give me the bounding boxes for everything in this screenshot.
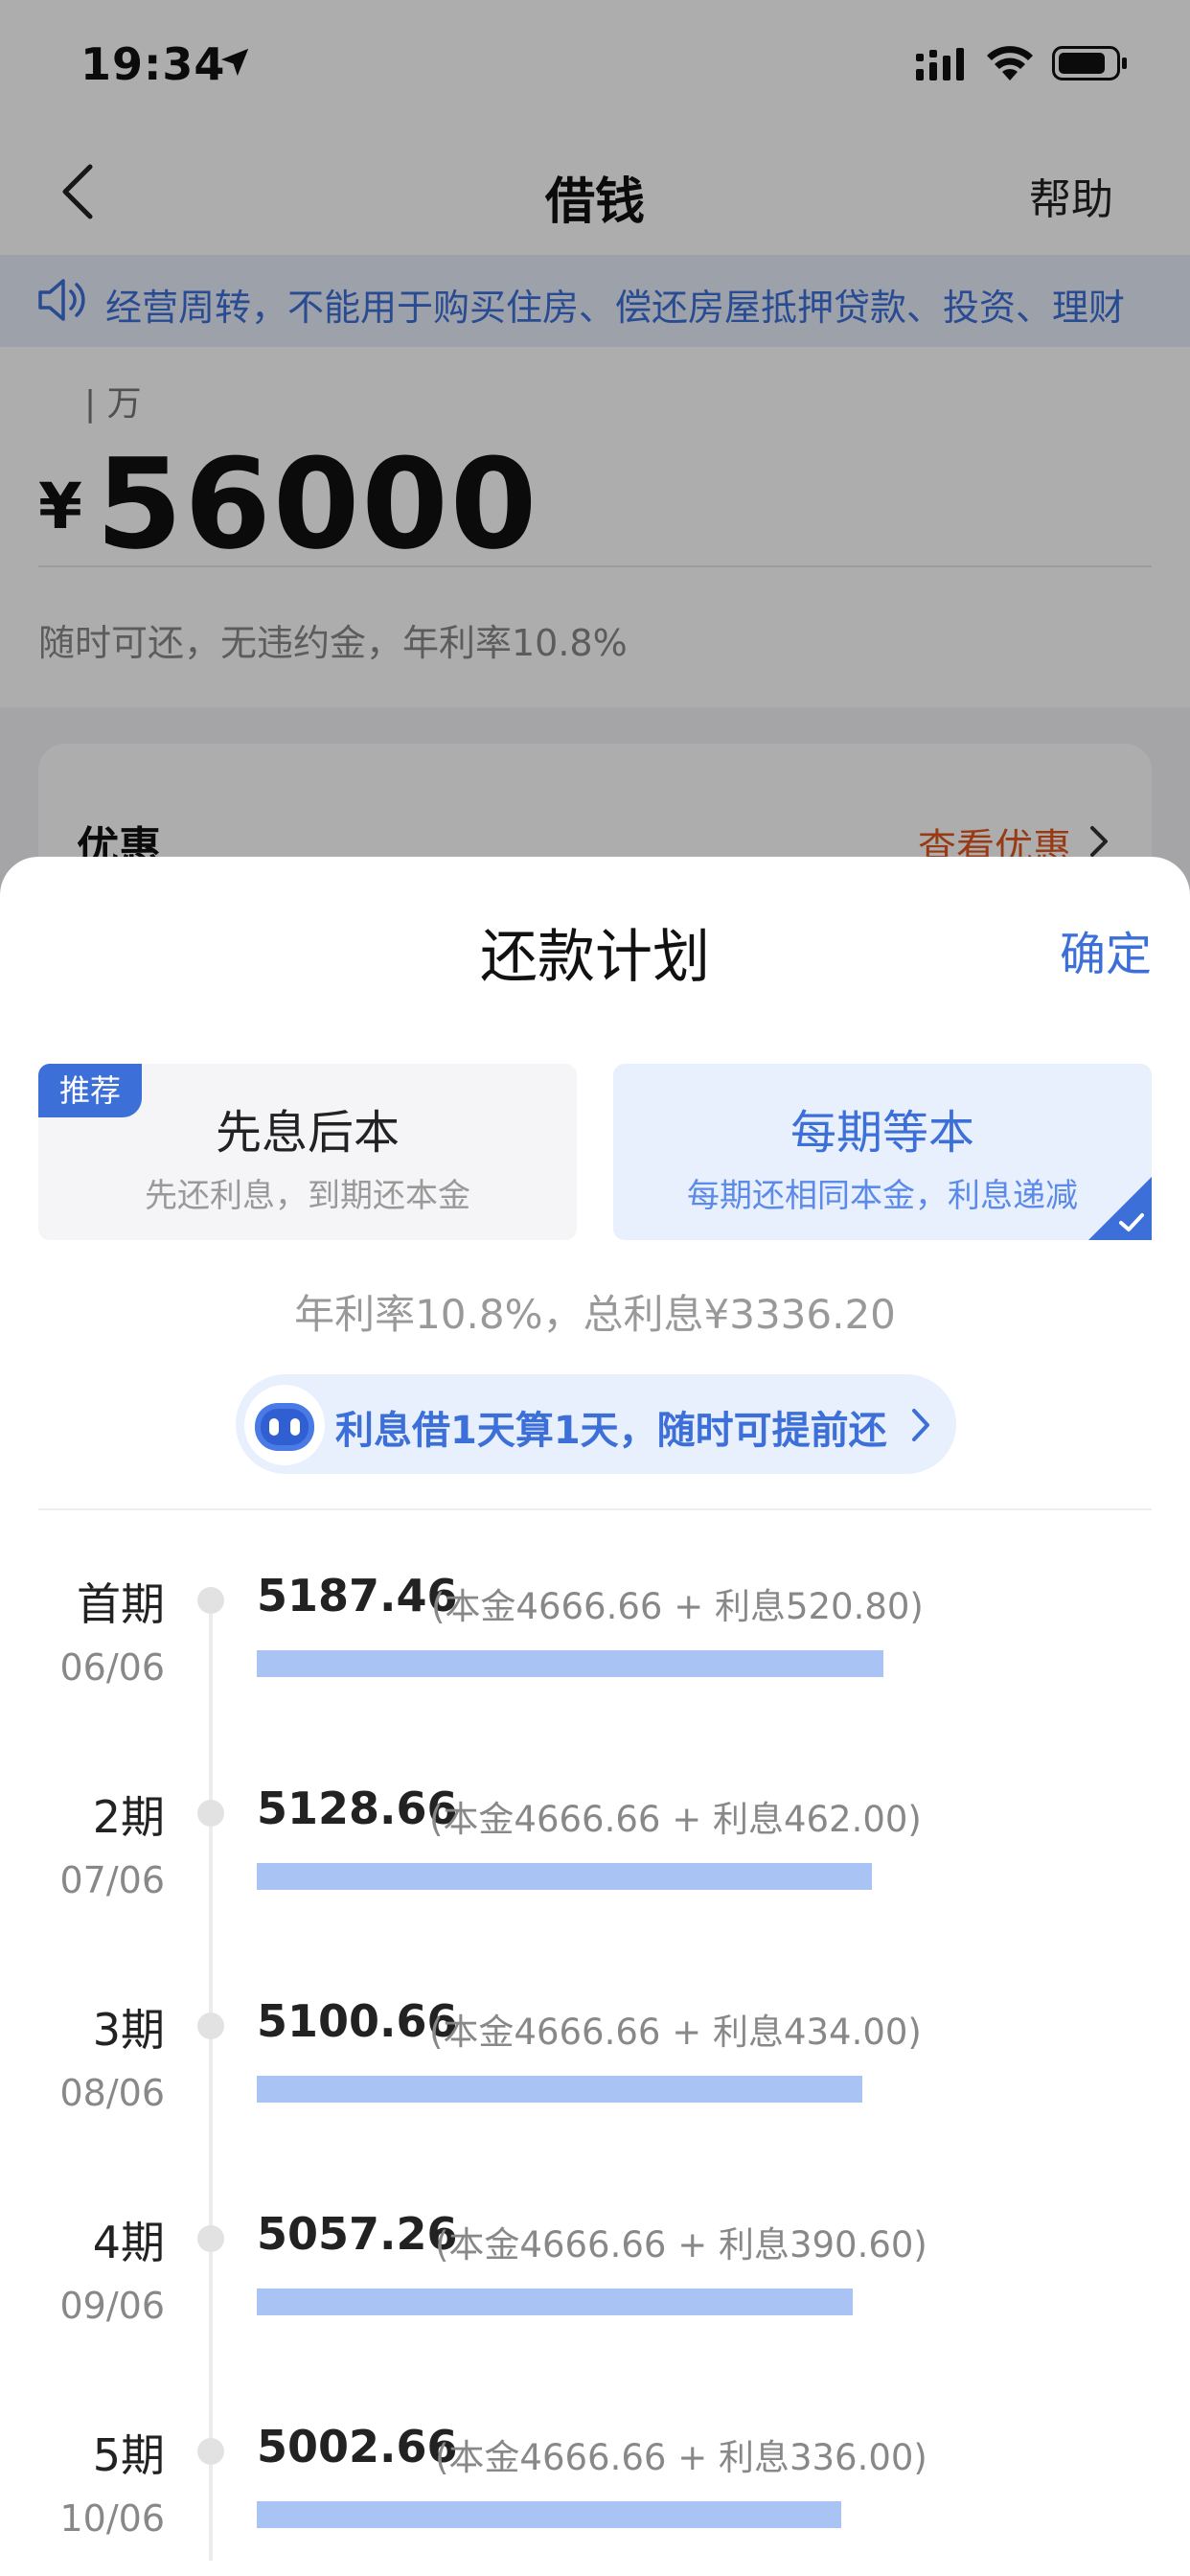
- payment-bar: [257, 2501, 841, 2528]
- plan-description: 每期还相同本金，利息递减: [687, 1177, 1078, 1215]
- confirm-button[interactable]: 确定: [1060, 916, 1152, 983]
- period-date: 09/06: [59, 2285, 165, 2327]
- schedule-row: 4期 09/06 5057.26 (本金4666.66 + 利息390.60): [0, 2208, 1190, 2400]
- payment-amount: 5100.66: [257, 1995, 458, 2047]
- chevron-right-icon: [912, 1409, 929, 1441]
- payment-amount: 5187.46: [257, 1570, 458, 1622]
- payment-bar: [257, 2288, 853, 2315]
- timeline-dot: [197, 1587, 224, 1614]
- timeline-dot: [197, 1800, 224, 1827]
- plan-option-interest-first[interactable]: 推荐 先息后本 先还利息，到期还本金: [38, 1064, 577, 1240]
- timeline-dot: [197, 2225, 224, 2252]
- period-date: 08/06: [59, 2072, 165, 2114]
- sheet-title: 还款计划: [480, 924, 710, 991]
- schedule-row: 首期 06/06 5187.46 (本金4666.66 + 利息520.80): [0, 1570, 1190, 1761]
- schedule-row: 3期 08/06 5100.66 (本金4666.66 + 利息434.00): [0, 1995, 1190, 2187]
- payment-amount: 5002.66: [257, 2421, 458, 2472]
- period-label: 首期: [77, 1578, 165, 1630]
- payment-breakdown: (本金4666.66 + 利息336.00): [435, 2437, 927, 2478]
- plan-description: 先还利息，到期还本金: [145, 1177, 470, 1215]
- schedule-row: 2期 07/06 5128.66 (本金4666.66 + 利息462.00): [0, 1782, 1190, 1974]
- period-date: 06/06: [59, 1646, 165, 1689]
- period-date: 10/06: [59, 2497, 165, 2540]
- rate-summary: 年利率10.8%，总利息¥3336.20: [294, 1291, 896, 1338]
- period-label: 3期: [92, 2004, 165, 2056]
- period-date: 07/06: [59, 1859, 165, 1901]
- interest-info-pill[interactable]: 利息借1天算1天，随时可提前还: [236, 1374, 956, 1474]
- payment-breakdown: (本金4666.66 + 利息462.00): [429, 1799, 922, 1840]
- period-label: 4期: [92, 2217, 165, 2268]
- payment-breakdown: (本金4666.66 + 利息434.00): [429, 2012, 922, 2053]
- payment-bar: [257, 1863, 872, 1890]
- divider: [38, 1508, 1152, 1510]
- payment-bar: [257, 1650, 883, 1677]
- timeline-dot: [197, 2012, 224, 2039]
- plan-name: 先息后本: [215, 1106, 400, 1160]
- timeline-dot: [197, 2438, 224, 2465]
- payment-amount: 5057.26: [257, 2208, 458, 2260]
- payment-breakdown: (本金4666.66 + 利息520.80): [431, 1586, 924, 1627]
- selected-check-icon: [1088, 1177, 1152, 1240]
- period-label: 2期: [92, 1791, 165, 1843]
- schedule-row: 5期 10/06 5002.66 (本金4666.66 + 利息336.00): [0, 2421, 1190, 2576]
- payment-breakdown: (本金4666.66 + 利息390.60): [435, 2224, 927, 2266]
- payment-bar: [257, 2076, 862, 2103]
- interest-info-text: 利息借1天算1天，随时可提前还: [335, 1409, 887, 1453]
- plan-option-equal-principal[interactable]: 每期等本 每期还相同本金，利息递减: [613, 1064, 1152, 1240]
- repayment-plan-sheet: 还款计划 确定 推荐 先息后本 先还利息，到期还本金 每期等本 每期还相同本金，…: [0, 857, 1190, 2576]
- payment-amount: 5128.66: [257, 1782, 458, 1834]
- plan-name: 每期等本: [790, 1106, 974, 1160]
- robot-icon: [244, 1385, 325, 1465]
- period-label: 5期: [92, 2429, 165, 2481]
